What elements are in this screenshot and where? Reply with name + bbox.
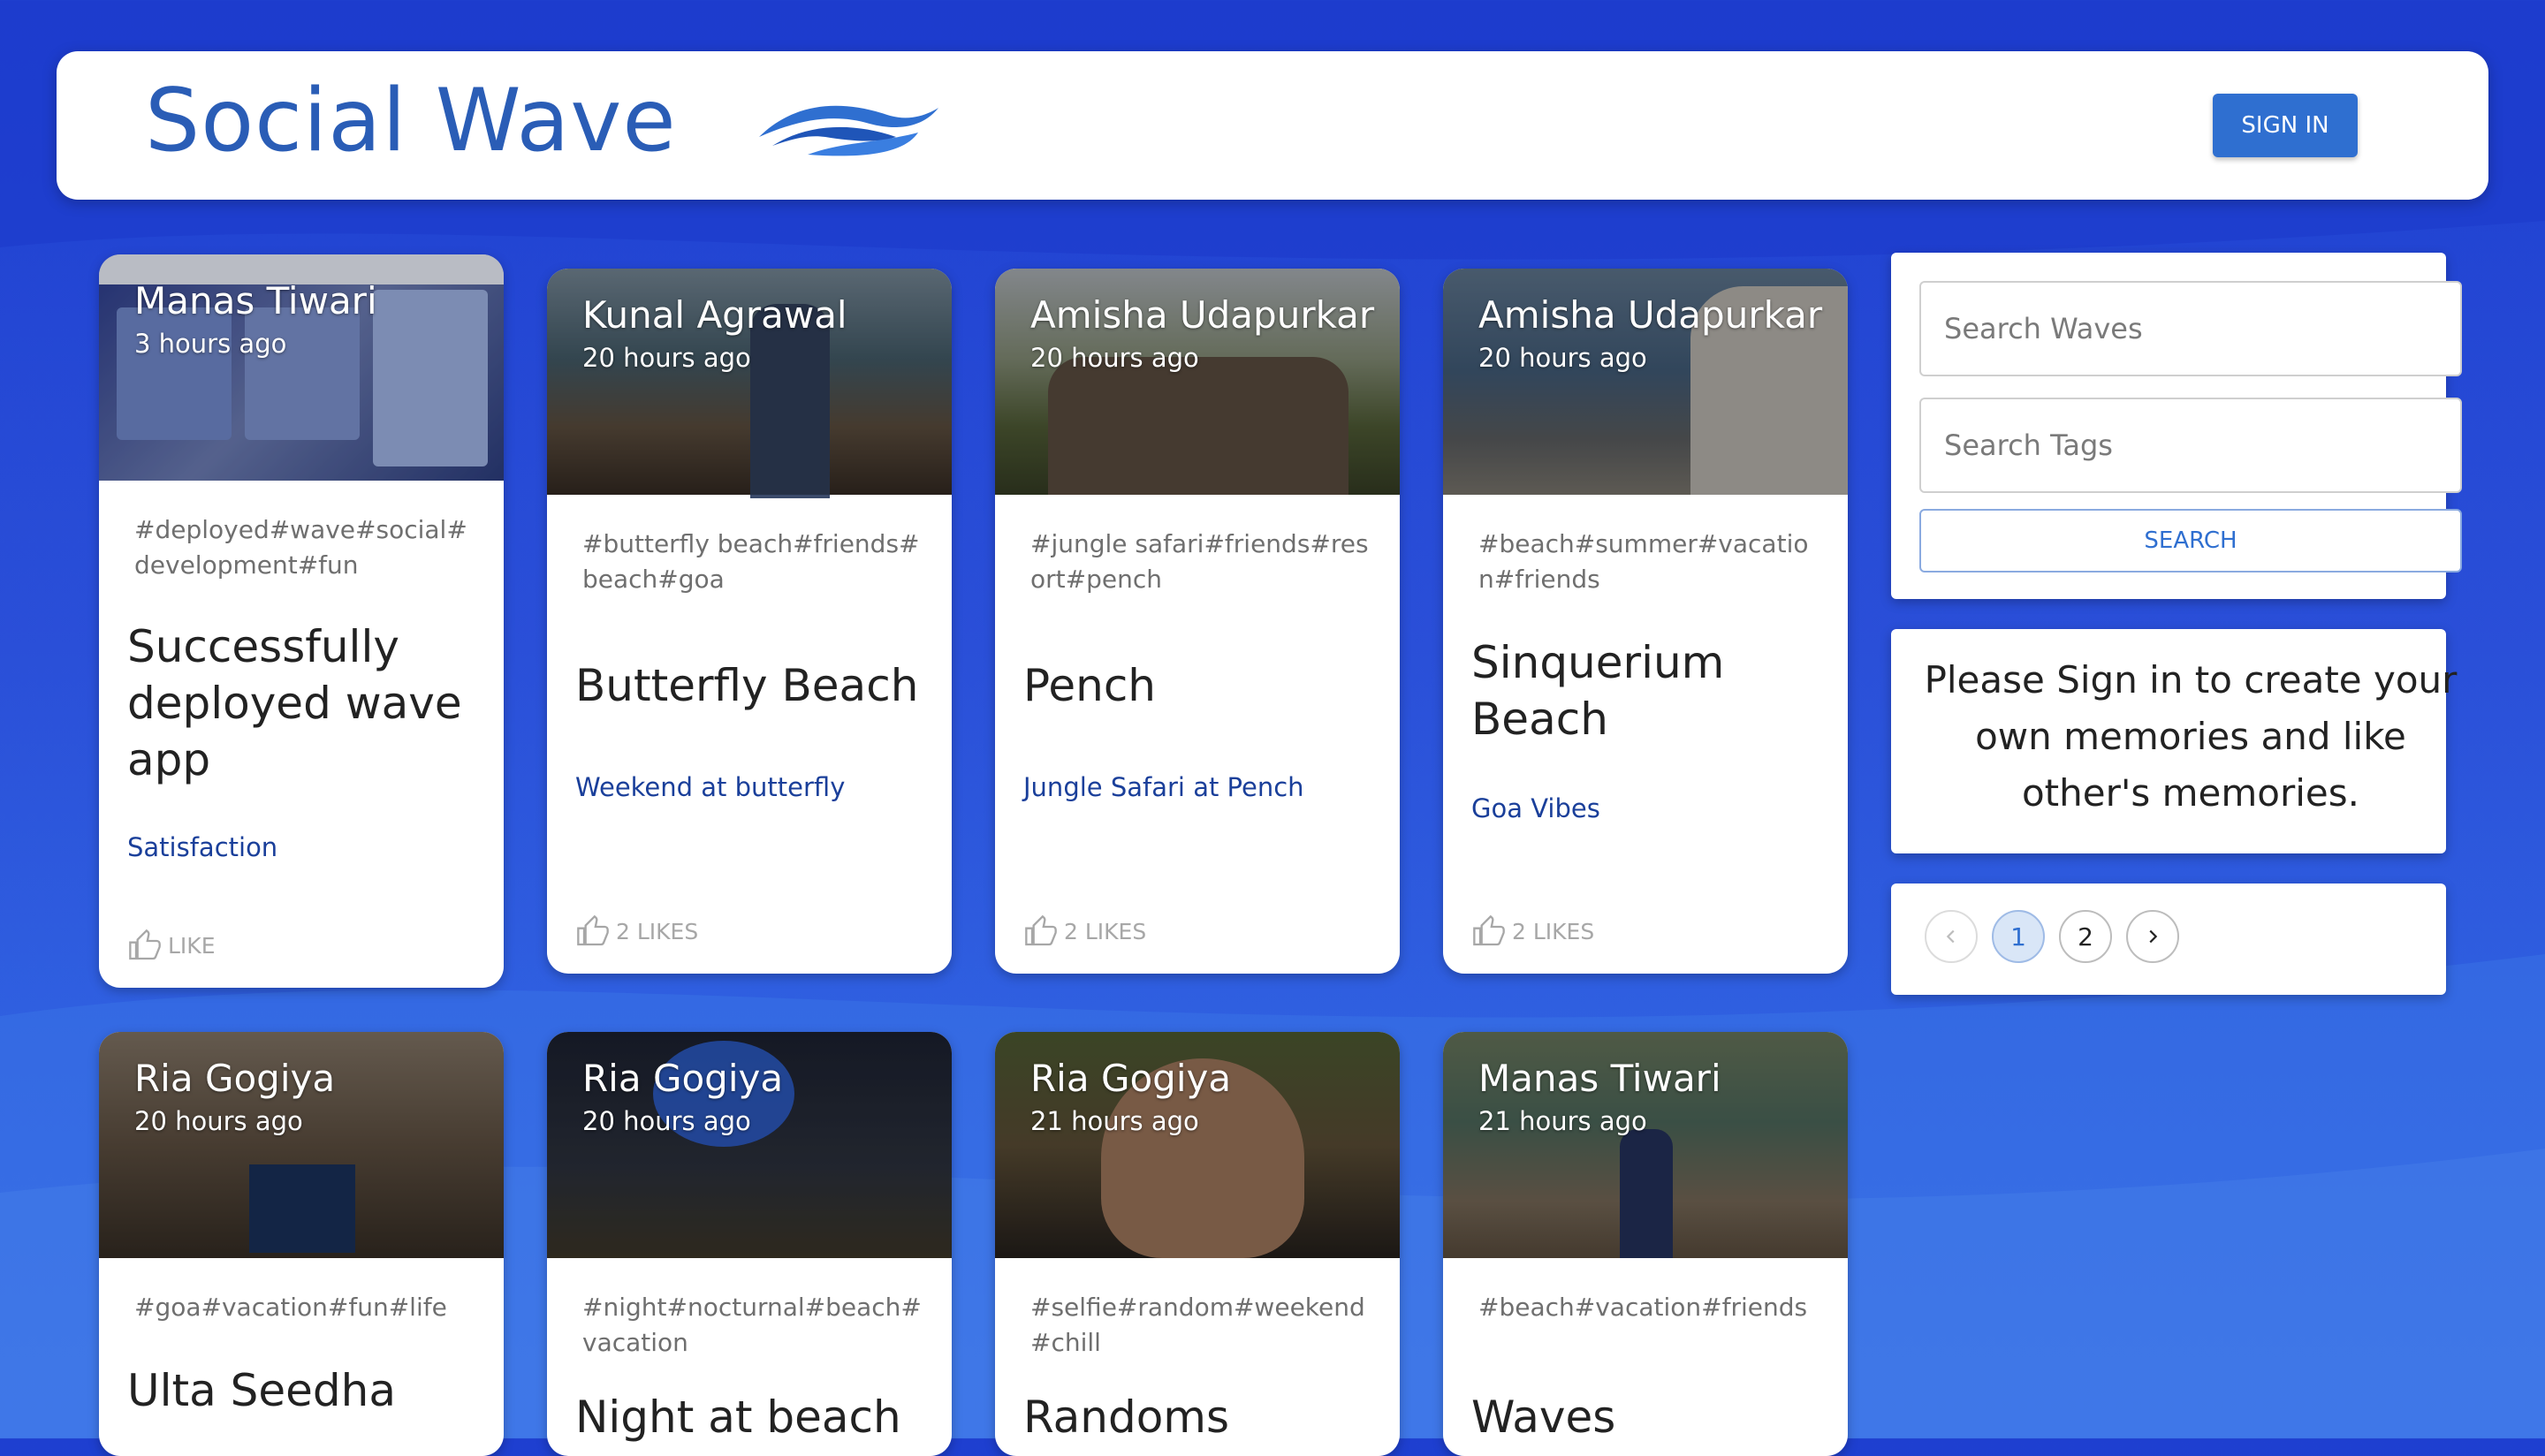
post-title: Sinquerium Beach — [1471, 637, 1725, 745]
post-card[interactable]: Ria Gogiya 20 hours ago #goa#vacation#fu… — [99, 1032, 504, 1456]
post-tags: #jungle safari#friends#resort#pench — [1030, 529, 1369, 594]
post-title: Waves — [1471, 1392, 1616, 1443]
post-tags: #butterfly beach#friends#beach#goa — [582, 529, 920, 594]
like-button[interactable]: 2 LIKES — [575, 914, 698, 949]
wave-logo-icon — [759, 105, 938, 156]
post-message: Jungle Safari at Pench — [1023, 772, 1304, 802]
post-time: 20 hours ago — [1030, 343, 1199, 373]
signin-message: Please Sign in to create your own memori… — [1924, 658, 2458, 815]
post-image: Manas Tiwari 21 hours ago — [1443, 1032, 1848, 1258]
post-card[interactable]: Amisha Udapurkar 20 hours ago #beach#sum… — [1443, 269, 1848, 974]
post-card[interactable]: Amisha Udapurkar 20 hours ago #jungle sa… — [995, 269, 1400, 974]
post-message: Goa Vibes — [1471, 793, 1600, 823]
post-author: Ria Gogiya — [134, 1057, 336, 1100]
post-time: 20 hours ago — [582, 343, 751, 373]
post-title: Butterfly Beach — [575, 660, 919, 711]
like-button[interactable]: LIKE — [127, 928, 216, 963]
like-button[interactable]: 2 LIKES — [1023, 914, 1146, 949]
post-author: Amisha Udapurkar — [1478, 293, 1823, 337]
thumb-up-icon — [1473, 914, 1505, 946]
post-card[interactable]: Ria Gogiya 21 hours ago #selfie#random#w… — [995, 1032, 1400, 1456]
like-button[interactable]: 2 LIKES — [1471, 914, 1594, 949]
post-card[interactable]: Ria Gogiya 20 hours ago #night#nocturnal… — [547, 1032, 952, 1456]
pagination-panel: 1 2 — [1891, 883, 2446, 995]
pagination-page-1[interactable]: 1 — [1992, 910, 2045, 963]
post-image: Ria Gogiya 20 hours ago — [99, 1032, 504, 1258]
post-time: 20 hours ago — [134, 1106, 303, 1136]
post-message: Satisfaction — [127, 832, 278, 862]
post-author: Ria Gogiya — [582, 1057, 784, 1100]
search-button[interactable]: SEARCH — [1919, 509, 2462, 573]
post-image: Ria Gogiya 20 hours ago — [547, 1032, 952, 1258]
post-card[interactable]: Manas Tiwari 3 hours ago #deployed#wave#… — [99, 254, 504, 988]
like-count: LIKE — [168, 932, 216, 959]
post-tags: #goa#vacation#fun#life — [134, 1293, 447, 1322]
chevron-left-icon — [1946, 929, 1955, 944]
post-tags: #night#nocturnal#beach#vacation — [582, 1293, 922, 1357]
post-tags: #deployed#wave#social#development#fun — [134, 515, 467, 580]
post-author: Amisha Udapurkar — [1030, 293, 1375, 337]
post-message: Weekend at butterfly — [575, 772, 846, 802]
post-image: Amisha Udapurkar 20 hours ago — [1443, 269, 1848, 495]
like-count: 2 LIKES — [1064, 918, 1147, 944]
post-tags: #selfie#random#weekend#chill — [1030, 1293, 1365, 1357]
post-tags: #beach#vacation#friends — [1478, 1293, 1808, 1322]
thumb-up-icon — [577, 914, 609, 946]
post-title: Pench — [1023, 660, 1156, 711]
thumb-up-icon — [129, 929, 161, 960]
post-time: 3 hours ago — [134, 329, 287, 359]
signin-prompt-panel: Please Sign in to create your own memori… — [1891, 629, 2457, 853]
like-count: 2 LIKES — [1512, 918, 1595, 944]
post-time: 20 hours ago — [1478, 343, 1647, 373]
post-author: Kunal Agrawal — [582, 293, 847, 337]
post-tags: #beach#summer#vacation#friends — [1478, 529, 1809, 594]
post-image: Amisha Udapurkar 20 hours ago — [995, 269, 1400, 495]
post-time: 20 hours ago — [582, 1106, 751, 1136]
post-author: Manas Tiwari — [1478, 1057, 1721, 1100]
post-image: Kunal Agrawal 20 hours ago — [547, 269, 952, 498]
post-time: 21 hours ago — [1478, 1106, 1647, 1136]
post-title: Ulta Seedha — [127, 1365, 396, 1416]
post-author: Manas Tiwari — [134, 279, 377, 322]
search-waves-input[interactable] — [1919, 281, 2462, 376]
post-card[interactable]: Kunal Agrawal 20 hours ago #butterfly be… — [547, 269, 952, 974]
search-panel: SEARCH — [1891, 253, 2462, 599]
post-image: Manas Tiwari 3 hours ago — [99, 254, 504, 481]
post-card[interactable]: Manas Tiwari 21 hours ago #beach#vacatio… — [1443, 1032, 1848, 1456]
like-count: 2 LIKES — [616, 918, 699, 944]
pagination-page-2[interactable]: 2 — [2059, 910, 2112, 963]
post-title: Successfully deployed wave app — [127, 621, 462, 785]
sign-in-button[interactable]: SIGN IN — [2213, 94, 2358, 157]
post-image: Ria Gogiya 21 hours ago — [995, 1032, 1400, 1258]
thumb-up-icon — [1025, 914, 1057, 946]
pagination-next-button[interactable] — [2126, 910, 2179, 963]
post-title: Night at beach — [575, 1392, 901, 1443]
app-header: Social Wave SIGN IN — [57, 51, 2488, 200]
post-title: Randoms — [1023, 1392, 1230, 1443]
pagination-prev-button[interactable] — [1925, 910, 1978, 963]
search-tags-input[interactable] — [1919, 398, 2462, 493]
post-author: Ria Gogiya — [1030, 1057, 1232, 1100]
chevron-right-icon — [2149, 929, 2158, 944]
post-time: 21 hours ago — [1030, 1106, 1199, 1136]
brand-title: Social Wave — [145, 71, 677, 171]
